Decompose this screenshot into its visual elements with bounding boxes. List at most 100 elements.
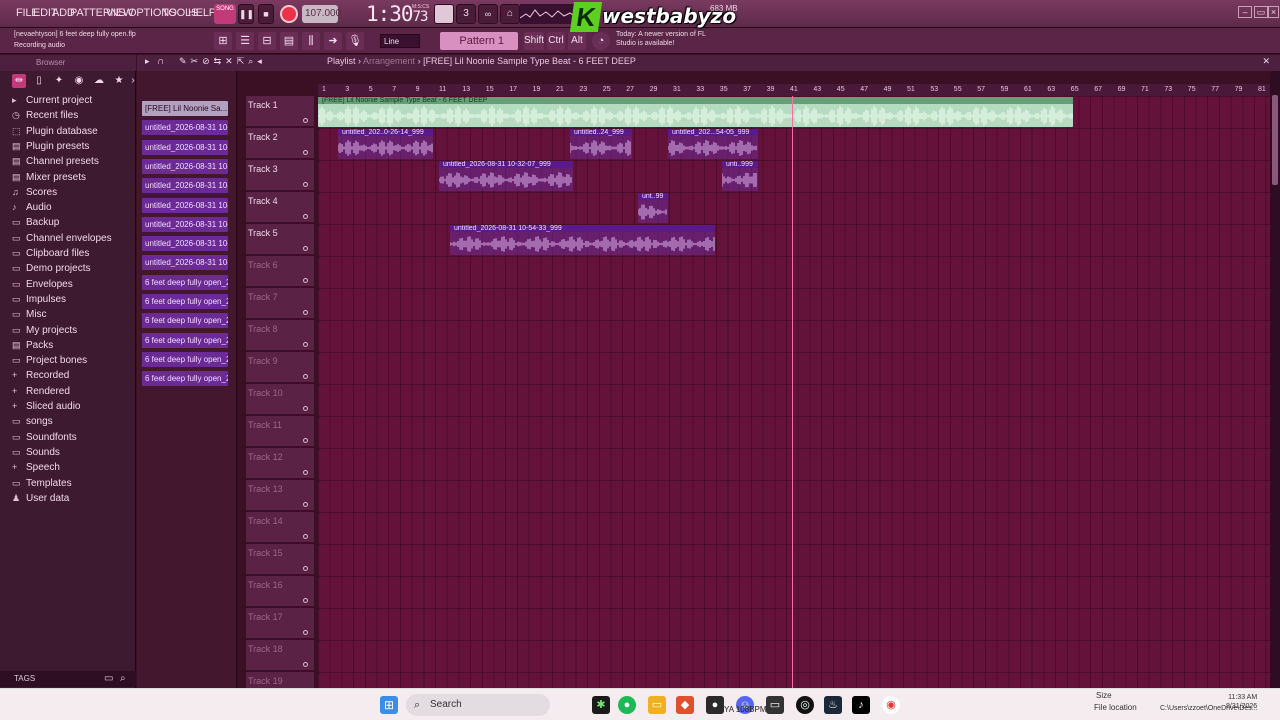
track-header[interactable]: Track 6: [246, 256, 314, 287]
track-enable-toggle[interactable]: [303, 438, 308, 443]
track-header[interactable]: Track 14: [246, 512, 314, 543]
browser-all-icon[interactable]: ⇹: [12, 74, 26, 88]
track-enable-toggle[interactable]: [303, 118, 308, 123]
star-icon[interactable]: ★: [112, 74, 126, 88]
clip-source-button[interactable]: 6 feet deep fully open_2...: [142, 313, 228, 329]
track-enable-toggle[interactable]: [303, 150, 308, 155]
track-header[interactable]: Track 11: [246, 416, 314, 447]
tempo-display[interactable]: 107.000: [302, 5, 341, 23]
track-enable-toggle[interactable]: [303, 246, 308, 251]
browser-item[interactable]: ▭ Impulses: [12, 294, 66, 308]
track-header[interactable]: Track 10: [246, 384, 314, 415]
alt-key-button[interactable]: Alt: [568, 32, 586, 50]
recorded-audio-clip[interactable]: untitled_202...54-05_999: [668, 129, 758, 159]
loop-record-button[interactable]: ∞: [478, 4, 498, 24]
track-header[interactable]: Track 9: [246, 352, 314, 383]
minimize-button[interactable]: –: [1238, 6, 1252, 18]
recorded-audio-clip[interactable]: unt..99: [638, 193, 668, 223]
folder-icon[interactable]: ▭: [104, 671, 113, 687]
track-header[interactable]: Track 8: [246, 320, 314, 351]
playlist-grid[interactable]: [FREE] Lil Noonie Sample Type Beat - 6 F…: [318, 96, 1270, 688]
clip-source-button[interactable]: untitled_2026-08-31 10-...: [142, 120, 228, 136]
clip-source-button[interactable]: 6 feet deep fully open_2...: [142, 294, 228, 309]
typing-keyboard-button[interactable]: [434, 4, 454, 24]
browser-item[interactable]: ♫ Scores: [12, 187, 57, 201]
clip-source-button[interactable]: untitled_2026-08-31 10-...: [142, 236, 228, 252]
bpm-window-label[interactable]: YA 108BPM: [724, 705, 767, 714]
track-enable-toggle[interactable]: [303, 278, 308, 283]
track-enable-toggle[interactable]: [303, 470, 308, 475]
track-enable-toggle[interactable]: [303, 182, 308, 187]
clip-source-button[interactable]: 6 feet deep fully open_2...: [142, 274, 228, 290]
browser-item[interactable]: ◷ Recent files: [12, 110, 78, 124]
browser-item[interactable]: ▤ Packs: [12, 340, 53, 354]
playlist-button[interactable]: ⊞: [214, 32, 232, 50]
track-header[interactable]: Track 13: [246, 480, 314, 511]
track-enable-toggle[interactable]: [303, 502, 308, 507]
track-enable-toggle[interactable]: [303, 598, 308, 603]
playlist-tools-icons[interactable]: ✎✂⊘⇆✕⇱⌕◂: [179, 56, 266, 67]
browser-item[interactable]: ▭ My projects: [12, 325, 77, 339]
track-enable-toggle[interactable]: [303, 374, 308, 379]
browser-toggle-button[interactable]: ▤: [280, 32, 298, 50]
maximize-button[interactable]: ▭: [1254, 6, 1268, 18]
plugin-picker-button[interactable]: ➜: [324, 32, 342, 50]
stop-button[interactable]: ■: [258, 4, 274, 24]
track-enable-toggle[interactable]: [303, 342, 308, 347]
main-audio-clip[interactable]: [FREE] Lil Noonie Sample Type Beat - 6 F…: [318, 97, 1073, 127]
track-enable-toggle[interactable]: [303, 534, 308, 539]
shift-key-button[interactable]: Shift: [524, 32, 544, 50]
recorded-audio-clip[interactable]: untitled_2026-08-31 10-54-33_999: [450, 225, 715, 255]
snap-select[interactable]: Line: [380, 34, 420, 48]
recorded-audio-clip[interactable]: untitled..24_999: [570, 129, 632, 159]
track-enable-toggle[interactable]: [303, 406, 308, 411]
track-header[interactable]: Track 16: [246, 576, 314, 607]
track-header[interactable]: Track 12: [246, 448, 314, 479]
browser-item[interactable]: ⬚ Plugin database: [12, 126, 98, 140]
clip-source-button[interactable]: untitled_2026-08-31 10-...: [142, 178, 228, 194]
recorded-audio-clip[interactable]: unti..999: [722, 161, 758, 191]
browser-item[interactable]: ♟ User data: [12, 493, 69, 507]
timeline-ruler[interactable]: 1 3 5 7 9 11 13 15 17 19 21 23 25 27 29 31 33 35 37 39 41 43 4…: [318, 84, 1270, 96]
microphone-button[interactable]: 🎙: [346, 32, 364, 50]
piano-roll-button[interactable]: ⊟: [258, 32, 276, 50]
browser-item[interactable]: ▭ Backup: [12, 217, 59, 231]
fl-app-icon[interactable]: ✱: [592, 696, 610, 714]
track-enable-toggle[interactable]: [303, 310, 308, 315]
tiktok-icon[interactable]: ♪: [852, 696, 870, 714]
browser-item[interactable]: + Sliced audio: [12, 401, 80, 415]
ctrl-key-button[interactable]: Ctrl: [547, 32, 565, 50]
record-button[interactable]: [280, 5, 298, 23]
file-explorer-icon[interactable]: ▭: [648, 696, 666, 714]
clip-source-button[interactable]: untitled_2026-08-31 10-...: [142, 158, 228, 174]
clip-source-button[interactable]: 6 feet deep fully open_2...: [142, 332, 228, 348]
browser-item[interactable]: ▭ Channel envelopes: [12, 233, 112, 247]
browser-item[interactable]: ♪ Audio: [12, 202, 52, 216]
browser-item[interactable]: ▭ Soundfonts: [12, 432, 77, 446]
system-clock[interactable]: 11:33 AM 8/31/2026: [1226, 693, 1257, 711]
pause-button[interactable]: ❚❚: [238, 4, 254, 24]
track-header[interactable]: Track 15: [246, 544, 314, 575]
news-message[interactable]: Today: A newer version of FL Studio is a…: [614, 30, 724, 54]
play-arrow-icon[interactable]: ▸: [145, 56, 150, 67]
recorded-audio-clip[interactable]: untitled_202..0-26-14_999: [338, 129, 433, 159]
clip-source-button[interactable]: untitled_2026-08-31 10-...: [142, 139, 228, 155]
track-header[interactable]: Track 1: [246, 96, 314, 127]
browser-item[interactable]: ▭ songs: [12, 416, 53, 430]
close-button[interactable]: ×: [1268, 6, 1279, 18]
track-header[interactable]: Track 2: [246, 128, 314, 159]
metronome-button[interactable]: ⌂: [500, 4, 520, 24]
browser-item[interactable]: ▸ Current project: [12, 95, 92, 109]
track-enable-toggle[interactable]: [303, 566, 308, 571]
browser-item[interactable]: ▭ Project bones: [12, 355, 87, 369]
browser-item[interactable]: ▭ Envelopes: [12, 279, 73, 293]
track-header[interactable]: Track 4: [246, 192, 314, 223]
start-button[interactable]: ⊞: [380, 696, 398, 714]
browser-item[interactable]: ▭ Templates: [12, 478, 72, 492]
clip-source-button[interactable]: [FREE] Lil Noonie Sa...: [142, 101, 228, 116]
clip-source-button[interactable]: untitled_2026-08-31 10-...: [142, 216, 228, 232]
track-enable-toggle[interactable]: [303, 630, 308, 635]
news-button[interactable]: ◔: [592, 32, 610, 50]
track-header[interactable]: Track 18: [246, 640, 314, 671]
browser-item[interactable]: ▤ Plugin presets: [12, 141, 89, 155]
